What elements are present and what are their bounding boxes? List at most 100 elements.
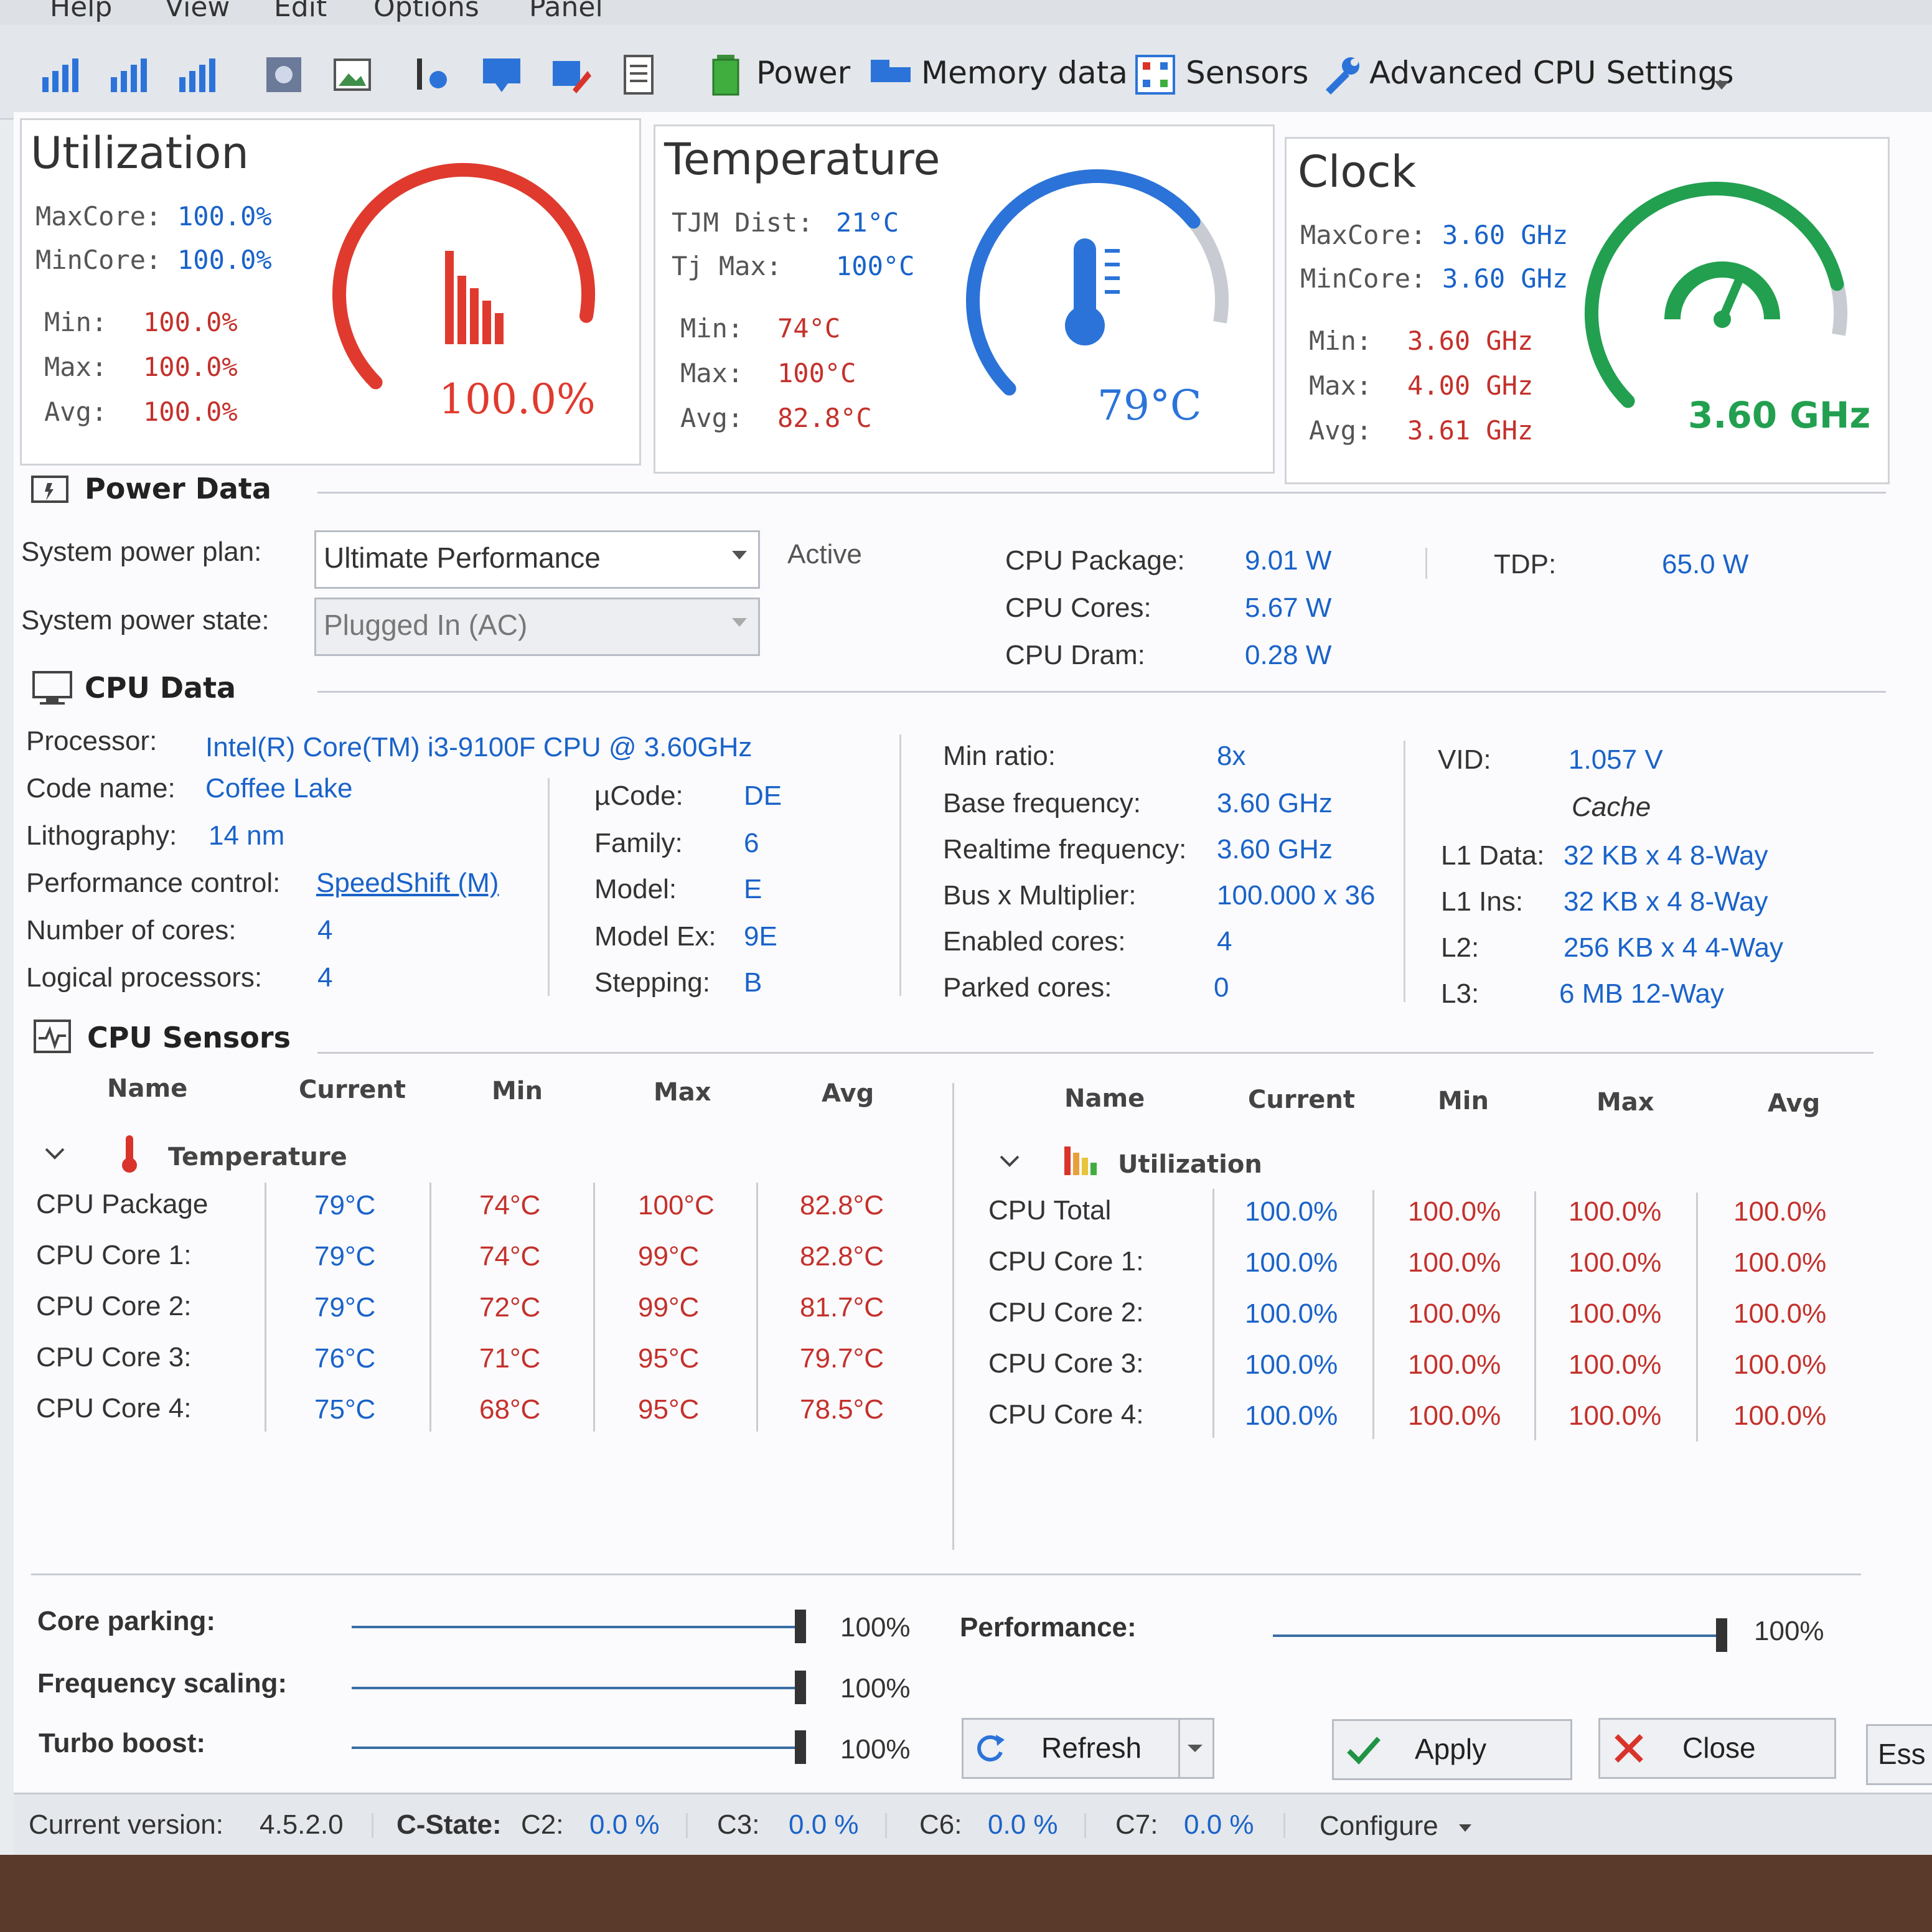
menu-help[interactable]: Help: [50, 0, 112, 23]
utilization-cell-max: 100.0%: [1569, 1196, 1662, 1227]
separator: [1404, 741, 1405, 1002]
memory-icon[interactable]: [868, 52, 913, 97]
enabled-cores-label: Enabled cores:: [943, 926, 1126, 957]
chevron-down-icon[interactable]: [1186, 1742, 1204, 1755]
temp-col-min[interactable]: Min: [492, 1077, 543, 1105]
separator: [548, 778, 550, 996]
perf-control-link[interactable]: SpeedShift (M): [316, 868, 499, 899]
temp-col-max[interactable]: Max: [654, 1078, 711, 1107]
min-ratio-label: Min ratio:: [943, 741, 1056, 771]
utilization-cell-name: CPU Core 4:: [988, 1399, 1144, 1430]
util-col-max[interactable]: Max: [1597, 1088, 1654, 1117]
core-parking-value: 100%: [840, 1612, 911, 1643]
realtime-freq-value: 3.60 GHz: [1217, 834, 1333, 865]
power-plan-select[interactable]: Ultimate Performance: [314, 530, 760, 589]
monitor-icon[interactable]: [479, 52, 524, 97]
sensors-divider: [317, 1052, 1873, 1054]
cache-title: Cache: [1572, 792, 1651, 822]
core-parking-slider-track[interactable]: [352, 1626, 806, 1628]
image-icon[interactable]: [330, 52, 375, 97]
chevron-down-icon[interactable]: [998, 1153, 1021, 1169]
base-freq-label: Base frequency:: [943, 788, 1141, 818]
chevron-down-icon[interactable]: [1458, 1823, 1473, 1833]
util-col-current[interactable]: Current: [1248, 1086, 1355, 1114]
temperature-cell-name: CPU Package: [36, 1189, 209, 1219]
utilization-panel: Utilization MaxCore: 100.0% MinCore: 100…: [20, 118, 641, 466]
utilization-cell-avg: 100.0%: [1733, 1400, 1827, 1431]
wrench-icon[interactable]: [1320, 52, 1364, 97]
temp-col-name[interactable]: Name: [107, 1074, 187, 1103]
menu-panel[interactable]: Panel: [529, 0, 603, 23]
ess-label: Ess: [1878, 1738, 1926, 1770]
close-button[interactable]: Close: [1598, 1718, 1836, 1779]
separator: [372, 1813, 373, 1838]
settings-icon[interactable]: [411, 52, 456, 97]
clock-mincore-label: MinCore:: [1300, 263, 1427, 294]
power-state-label: System power state:: [21, 605, 270, 635]
cores-label: Number of cores:: [26, 915, 237, 945]
util-col-name[interactable]: Name: [1064, 1084, 1145, 1113]
frequency-scaling-slider-track[interactable]: [352, 1687, 806, 1689]
menu-bar: Help View Edit Options Panel: [0, 0, 1932, 25]
utilization-cell-min: 100.0%: [1408, 1247, 1501, 1278]
toolbar-sensors[interactable]: Sensors: [1186, 55, 1308, 91]
performance-slider-track[interactable]: [1273, 1634, 1727, 1637]
table-divider: [952, 1083, 954, 1550]
power-state-value: Plugged In (AC): [324, 609, 528, 641]
battery-icon[interactable]: [703, 52, 748, 97]
ess-button[interactable]: Ess: [1866, 1724, 1932, 1785]
utilization-cell-max: 100.0%: [1569, 1349, 1662, 1380]
temperature-cell-max: 100°C: [638, 1190, 715, 1221]
bars-chart-icon-2[interactable]: [106, 52, 151, 97]
temperature-cell-min: 74°C: [479, 1241, 541, 1272]
clock-gauge-arc: [1585, 182, 1844, 408]
chevron-down-icon[interactable]: [44, 1145, 66, 1161]
cpu-cores-power-value: 5.67 W: [1245, 593, 1332, 623]
configure-menu[interactable]: Configure: [1320, 1811, 1438, 1842]
bars-chart-icon-3[interactable]: [174, 52, 219, 97]
clock-avg-label: Avg:: [1309, 415, 1372, 446]
util-col-min[interactable]: Min: [1438, 1087, 1489, 1115]
apply-button[interactable]: Apply: [1332, 1719, 1572, 1780]
temp-avg-label: Avg:: [680, 403, 744, 433]
core-parking-label: Core parking:: [37, 1606, 216, 1636]
separator: [686, 1813, 688, 1838]
temperature-cell-name: CPU Core 3:: [36, 1342, 192, 1372]
menu-options[interactable]: Options: [373, 0, 479, 23]
frequency-scaling-slider-thumb[interactable]: [795, 1671, 806, 1704]
close-icon: [1615, 1734, 1643, 1763]
utilization-cell-cur: 100.0%: [1245, 1298, 1338, 1329]
toolbar-advanced[interactable]: Advanced CPU Settings: [1369, 55, 1734, 91]
temperature-cell-avg: 82.8°C: [800, 1241, 884, 1272]
performance-slider-thumb[interactable]: [1716, 1618, 1727, 1652]
core-parking-slider-thumb[interactable]: [795, 1610, 806, 1643]
cpu-info-icon[interactable]: [261, 52, 306, 97]
util-col-avg[interactable]: Avg: [1768, 1089, 1820, 1118]
sensors-icon[interactable]: [1133, 52, 1178, 97]
temp-col-current[interactable]: Current: [299, 1076, 406, 1104]
chevron-down-icon: [732, 551, 747, 560]
utilization-cell-avg: 100.0%: [1733, 1349, 1827, 1380]
edit-icon[interactable]: [548, 52, 593, 97]
refresh-button[interactable]: Refresh: [962, 1718, 1214, 1779]
sensor-chart-icon: [34, 1020, 71, 1053]
model-ex-value: 9E: [744, 921, 777, 952]
performance-label: Performance:: [960, 1612, 1137, 1643]
util-avg-label: Avg:: [44, 396, 108, 427]
bars-chart-icon[interactable]: [37, 52, 82, 97]
chevron-down-icon[interactable]: [1712, 75, 1732, 95]
clock-maxcore-value: 3.60 GHz: [1442, 220, 1569, 250]
turbo-boost-slider-thumb[interactable]: [795, 1730, 806, 1764]
document-icon[interactable]: [616, 52, 661, 97]
toolbar-power[interactable]: Power: [756, 55, 850, 91]
menu-view[interactable]: View: [165, 0, 230, 23]
toolbar-memory[interactable]: Memory data: [921, 55, 1128, 91]
temp-col-avg[interactable]: Avg: [822, 1079, 874, 1108]
codename-label: Code name:: [26, 773, 176, 804]
temperature-cell-min: 68°C: [479, 1394, 541, 1425]
turbo-boost-slider-track[interactable]: [352, 1747, 806, 1749]
cstate-label: C-State:: [396, 1809, 502, 1840]
temperature-cell-avg: 82.8°C: [800, 1190, 884, 1221]
c3-value: 0.0 %: [789, 1809, 859, 1840]
menu-edit[interactable]: Edit: [274, 0, 327, 23]
